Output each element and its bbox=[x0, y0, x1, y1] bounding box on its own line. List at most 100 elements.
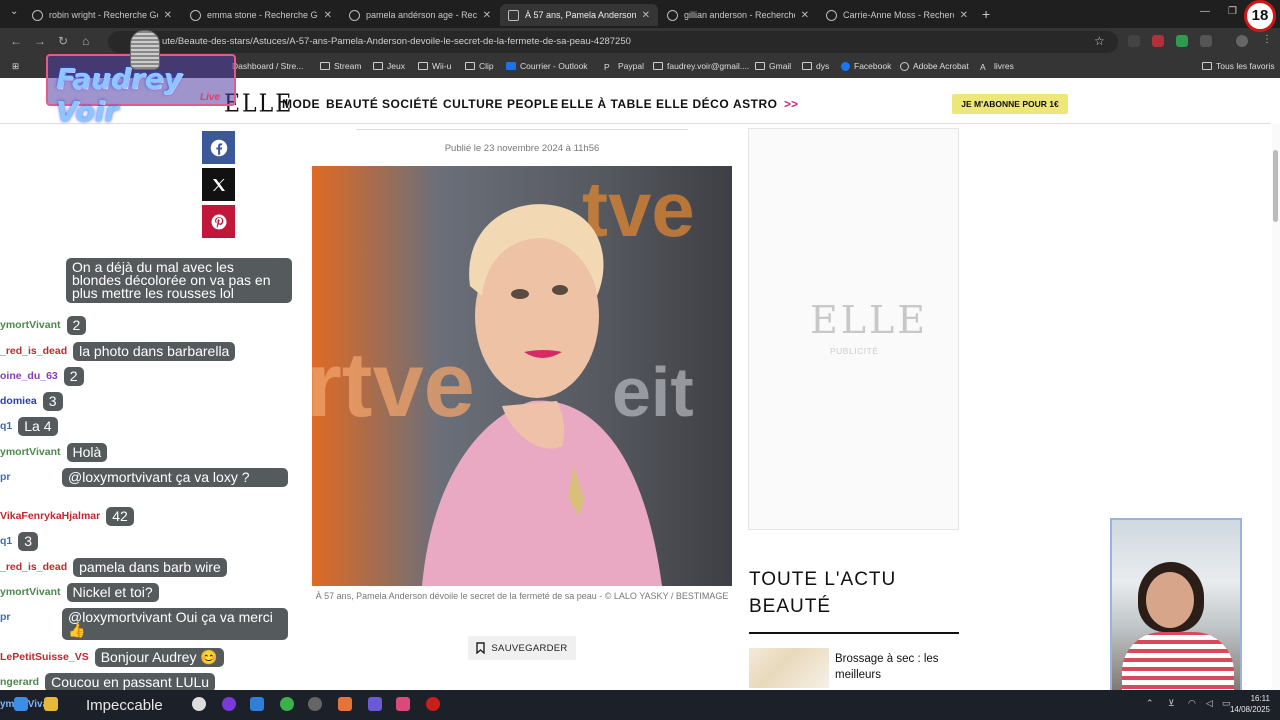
chat-user: ngerard bbox=[0, 676, 40, 688]
chat-text: 42 bbox=[106, 507, 134, 526]
close-icon[interactable]: ✕ bbox=[642, 10, 650, 21]
bookmark-item[interactable]: Jeux bbox=[373, 61, 405, 71]
close-icon[interactable]: ✕ bbox=[801, 10, 809, 21]
forward-icon[interactable]: → bbox=[34, 34, 46, 48]
chat-message: q1 La 4 bbox=[0, 417, 58, 436]
file-explorer-icon[interactable] bbox=[44, 697, 58, 711]
close-icon[interactable]: ✕ bbox=[483, 10, 491, 21]
close-icon[interactable]: ✕ bbox=[324, 10, 332, 21]
clock-date[interactable]: 14/08/2025 bbox=[1226, 705, 1270, 714]
bookmark-item[interactable]: Clip bbox=[465, 61, 494, 71]
app-icon[interactable] bbox=[192, 697, 206, 711]
app-icon[interactable] bbox=[308, 697, 322, 711]
x-icon bbox=[212, 178, 225, 191]
published-date: Publié le 23 novembre 2024 à 11h56 bbox=[444, 143, 600, 154]
menu-kebab-icon[interactable]: ⋮ bbox=[1262, 34, 1272, 45]
chat-text: 3 bbox=[42, 392, 63, 411]
subscribe-button[interactable]: JE M'ABONNE POUR 1€ bbox=[952, 94, 1068, 114]
close-icon[interactable]: ✕ bbox=[960, 10, 968, 21]
nav-elle-deco[interactable]: ELLE DÉCO bbox=[656, 97, 729, 111]
tab-robin-wright[interactable]: robin wright - Recherche Google✕ bbox=[24, 4, 180, 26]
nav-culture[interactable]: CULTURE bbox=[443, 97, 503, 111]
chat-text: 2 bbox=[63, 367, 84, 386]
bookmark-item[interactable]: Adobe Acrobat bbox=[900, 61, 969, 71]
tab-elle-article[interactable]: À 57 ans, Pamela Anderson dévoile✕ bbox=[500, 4, 658, 26]
network-icon[interactable]: ⊻ bbox=[1168, 698, 1175, 709]
age-rating-badge: 18 bbox=[1244, 0, 1276, 32]
app-icon[interactable] bbox=[222, 697, 236, 711]
tray-chevron-icon[interactable]: ⌃ bbox=[1146, 698, 1154, 709]
extension-icon[interactable] bbox=[1176, 35, 1188, 47]
app-icon[interactable] bbox=[250, 697, 264, 711]
chat-user: VikaFenrykaHjalmar bbox=[0, 510, 101, 522]
chat-user: pr bbox=[0, 471, 11, 483]
reload-icon[interactable]: ↻ bbox=[58, 34, 68, 48]
bookmark-item[interactable]: Alivres bbox=[980, 61, 1014, 72]
bookmark-item[interactable]: Facebook bbox=[841, 61, 891, 71]
chrome-icon[interactable] bbox=[280, 697, 294, 711]
nav-mode[interactable]: MODE bbox=[282, 97, 320, 111]
back-icon[interactable]: ← bbox=[10, 34, 22, 48]
extensions-puzzle-icon[interactable] bbox=[1200, 35, 1212, 47]
x-share-button[interactable] bbox=[202, 168, 235, 201]
folder-icon bbox=[465, 62, 475, 70]
chat-user: _red_is_dead bbox=[0, 561, 68, 573]
actu-thumbnail[interactable] bbox=[749, 648, 829, 688]
nav-elle-a-table[interactable]: ELLE À TABLE bbox=[561, 97, 652, 111]
bookmark-item[interactable]: Gmail bbox=[755, 61, 791, 71]
bookmark-item[interactable]: faudrey.voir@gmail.... bbox=[653, 61, 749, 71]
chat-text: pamela dans barb wire bbox=[73, 558, 227, 577]
facebook-share-button[interactable] bbox=[202, 131, 235, 164]
elle-favicon-icon bbox=[508, 9, 519, 21]
tab-gillian-anderson[interactable]: gillian anderson - Recherche Google✕ bbox=[659, 4, 817, 26]
scrollbar-thumb[interactable] bbox=[1273, 150, 1278, 222]
nav-beaute[interactable]: BEAUTÉ bbox=[326, 97, 378, 111]
profile-avatar[interactable] bbox=[1236, 35, 1248, 47]
clock-time[interactable]: 16:11 bbox=[1226, 694, 1270, 703]
chat-text: On a déjà du mal avec les blondes décolo… bbox=[66, 258, 292, 303]
bookmark-star-icon[interactable]: ☆ bbox=[1094, 34, 1105, 48]
address-bar[interactable]: ute/Beaute-des-stars/Astuces/A-57-ans-Pa… bbox=[108, 31, 1118, 53]
wifi-icon[interactable]: ◠ bbox=[1188, 698, 1196, 709]
minimize-icon[interactable]: — bbox=[1200, 6, 1210, 17]
tab-emma-stone[interactable]: emma stone - Recherche Google✕ bbox=[182, 4, 340, 26]
stream-chat: On a déjà du mal avec les blondes décolo… bbox=[0, 258, 300, 720]
all-bookmarks[interactable]: Tous les favoris bbox=[1202, 61, 1275, 71]
save-button[interactable]: SAUVEGARDER bbox=[468, 636, 576, 660]
close-icon[interactable]: ✕ bbox=[164, 10, 172, 21]
ad-elle-logo: ELLE bbox=[810, 298, 928, 342]
app-icon[interactable] bbox=[338, 697, 352, 711]
extension-icon[interactable] bbox=[1152, 35, 1164, 47]
chat-message: ymortVivant Nickel et toi? bbox=[0, 583, 159, 602]
google-icon bbox=[190, 9, 201, 21]
facebook-icon bbox=[841, 61, 850, 71]
tab-pamela-age[interactable]: pamela andérson age - Recherche✕ bbox=[341, 4, 499, 26]
app-icon[interactable] bbox=[426, 697, 440, 711]
app-icon[interactable] bbox=[396, 697, 410, 711]
maximize-icon[interactable]: ❐ bbox=[1228, 6, 1237, 17]
pinterest-share-button[interactable] bbox=[202, 205, 235, 238]
discord-icon[interactable] bbox=[368, 697, 382, 711]
bookmark-item[interactable]: Wii-u bbox=[418, 61, 451, 71]
tab-search-icon[interactable]: ⌄ bbox=[10, 6, 18, 17]
windows-start-icon[interactable] bbox=[14, 697, 28, 711]
nav-astro[interactable]: ASTRO bbox=[733, 97, 778, 111]
nav-societe[interactable]: SOCIÉTÉ bbox=[382, 97, 438, 111]
bookmark-item[interactable]: P Paypal bbox=[604, 61, 644, 72]
new-tab-button[interactable]: + bbox=[982, 6, 990, 22]
volume-icon[interactable]: ◁ bbox=[1206, 698, 1213, 709]
chat-user: ymortVivant bbox=[0, 319, 61, 331]
bookmark-item[interactable]: Stream bbox=[320, 61, 361, 71]
tab-carrie-anne-moss[interactable]: Carrie-Anne Moss - Recherche✕ bbox=[818, 4, 976, 26]
nav-people[interactable]: PEOPLE bbox=[507, 97, 559, 111]
bookmark-item[interactable]: Dashboard / Stre... bbox=[232, 61, 303, 71]
home-icon[interactable]: ⌂ bbox=[82, 34, 89, 48]
extension-icon[interactable] bbox=[1128, 35, 1140, 47]
apps-grid-icon[interactable]: ⊞ bbox=[12, 61, 19, 72]
actu-item-link[interactable]: Brossage à sec : les meilleurs bbox=[835, 651, 955, 683]
chat-message: VikaFenrykaHjalmar 42 bbox=[0, 507, 134, 526]
google-icon bbox=[826, 9, 837, 21]
bookmark-item[interactable]: dys bbox=[802, 61, 829, 71]
nav-more-button[interactable]: >> bbox=[784, 97, 798, 111]
bookmark-item[interactable]: Courrier - Outlook bbox=[506, 61, 588, 71]
